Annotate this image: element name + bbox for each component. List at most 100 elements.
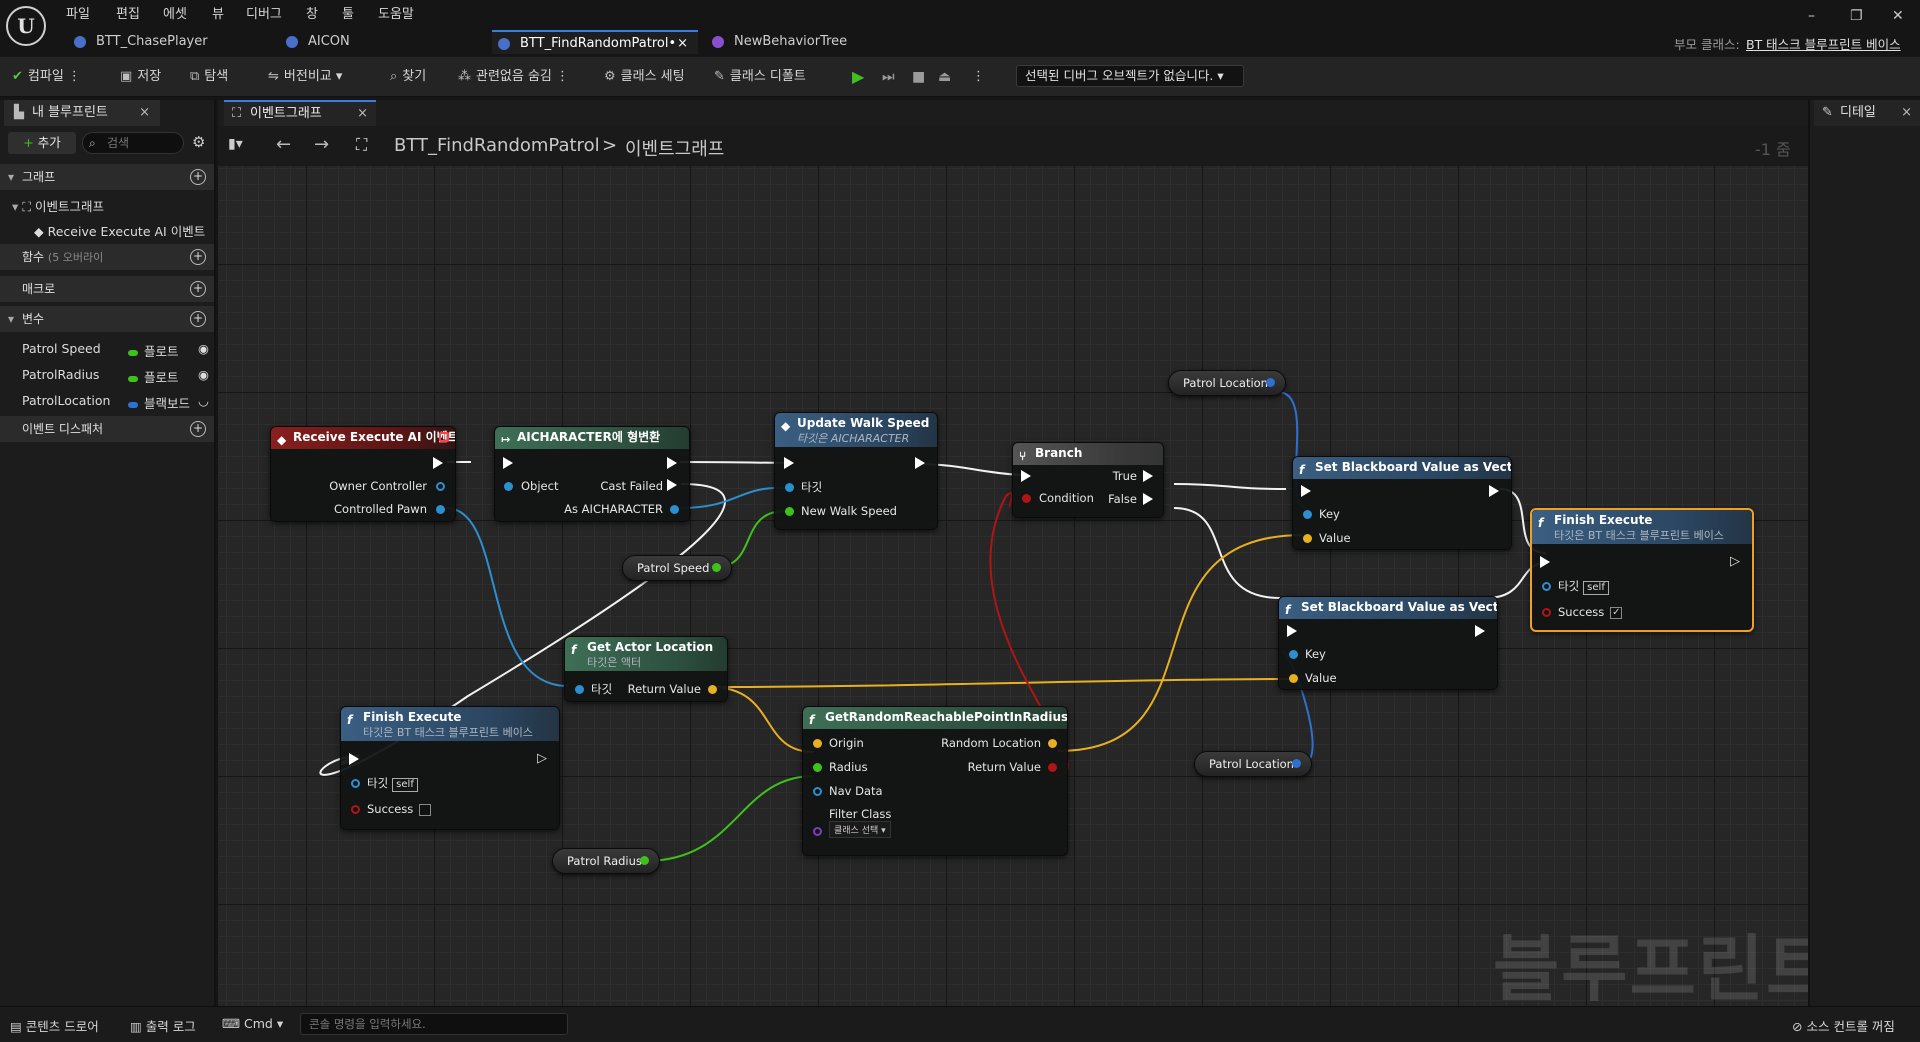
filter-class-pin[interactable] [813, 827, 822, 836]
forward-arrow-icon[interactable]: → [314, 134, 329, 155]
parent-class-link[interactable]: BT 태스크 블루프린트 베이스 [1746, 34, 1901, 53]
return-value-pin[interactable] [708, 685, 717, 694]
tab-details[interactable]: ✎ 디테일 × [1814, 100, 1920, 126]
eye-icon[interactable]: ◉ [198, 341, 209, 356]
close-icon[interactable]: × [139, 100, 150, 126]
content-drawer-button[interactable]: ▤ 콘텐츠 드로어 [10, 1016, 99, 1035]
controlled-pawn-pin[interactable] [436, 505, 445, 514]
add-dispatcher-icon[interactable]: + [190, 421, 206, 437]
close-icon[interactable]: × [357, 102, 368, 126]
event-dispatchers-section[interactable]: 이벤트 디스패처 + [0, 416, 214, 442]
tab-aicon[interactable]: AICON [280, 30, 480, 54]
menu-window[interactable]: 창 [306, 3, 318, 22]
compile-button[interactable]: ✔ 컴파일 ⋮ [12, 67, 81, 87]
return-value-pin[interactable] [1048, 763, 1057, 772]
node-update-walk-speed[interactable]: ◆ Update Walk Speed 타깃은 AICHARACTER 타깃 New… [774, 412, 938, 530]
exec-in-pin[interactable] [784, 457, 794, 469]
exec-out-hollow-icon[interactable]: ▷ [537, 751, 547, 766]
key-pin[interactable] [1289, 650, 1298, 659]
delegate-pin-icon[interactable] [439, 432, 449, 442]
cast-failed-exec-pin[interactable] [667, 479, 677, 491]
back-arrow-icon[interactable]: ← [276, 134, 291, 155]
success-checkbox[interactable] [419, 803, 432, 816]
var-node-patrol-speed[interactable]: Patrol Speed [622, 555, 732, 581]
exec-in-pin[interactable] [1021, 470, 1031, 482]
eye-icon[interactable]: ◉ [198, 367, 209, 382]
nav-data-pin[interactable] [813, 787, 822, 796]
add-button[interactable]: + 추가 [8, 132, 76, 154]
add-macro-icon[interactable]: + [190, 281, 206, 297]
search-input[interactable]: ⌕ 검색 [82, 132, 184, 154]
output-pin[interactable] [1266, 378, 1275, 387]
close-window-icon[interactable]: ✕ [1892, 8, 1904, 24]
variable-type[interactable]: 플로트 ◉ [128, 367, 209, 386]
source-control-button[interactable]: ⊘ 소스 컨트롤 꺼짐 [1792, 1016, 1895, 1035]
output-pin[interactable] [712, 563, 721, 572]
condition-pin[interactable] [1022, 494, 1031, 503]
event-graph-canvas[interactable]: 블루프린트 ◆ Receive Execute AI 이벤트 Owner Con… [218, 166, 1808, 1006]
radius-pin[interactable] [813, 763, 822, 772]
node-receive-execute-ai[interactable]: ◆ Receive Execute AI 이벤트 Owner Controller… [270, 426, 456, 522]
tab-newbehaviortree[interactable]: NewBehaviorTree [706, 30, 906, 54]
false-exec-pin[interactable] [1143, 493, 1153, 505]
add-function-icon[interactable]: + [190, 249, 206, 265]
exec-in-pin[interactable] [1301, 485, 1311, 497]
class-settings-button[interactable]: ⚙ 클래스 세팅 [604, 67, 685, 87]
filter-class-dropdown[interactable]: 클래스 선택 ▾ [829, 821, 891, 838]
breadcrumb-blueprint[interactable]: BTT_FindRandomPatrol [394, 135, 600, 156]
target-pin[interactable] [1542, 582, 1551, 591]
value-pin[interactable] [1303, 534, 1312, 543]
step-icon[interactable]: ⏭ [882, 67, 895, 87]
macros-section[interactable]: 매크로 + [0, 276, 214, 302]
owner-controller-pin[interactable] [436, 482, 445, 491]
var-node-patrol-location-2[interactable]: Patrol Location [1194, 751, 1312, 777]
tab-my-blueprint[interactable]: ▙ 내 블루프린트 × [4, 100, 160, 126]
object-pin[interactable] [504, 482, 513, 491]
node-finish-execute[interactable]: f Finish Execute 타깃은 BT 태스크 블루프린트 베이스 ▷ 타깃… [340, 706, 560, 830]
play-icon[interactable]: ▶ [852, 67, 864, 87]
node-cast-to-aicharacter[interactable]: ↦ AICHARACTER에 형변환 Object Cast Failed As … [494, 426, 690, 522]
success-checkbox[interactable]: ✓ [1610, 606, 1623, 619]
exec-out-pin[interactable] [1475, 625, 1485, 637]
exec-in-pin[interactable] [503, 457, 513, 469]
console-input[interactable]: 콘솔 명령을 입력하세요. [300, 1013, 568, 1035]
bookmark-icon[interactable]: ▮▾ [228, 136, 243, 152]
success-pin[interactable] [1542, 608, 1551, 617]
add-variable-icon[interactable]: + [190, 311, 206, 327]
functions-section[interactable]: 함수 (5 오버라이 + [0, 244, 214, 270]
random-location-pin[interactable] [1048, 739, 1057, 748]
node-get-actor-location[interactable]: f Get Actor Location 타깃은 액터 타깃 Return Valu… [564, 636, 728, 702]
variable-patrol-speed[interactable]: Patrol Speed [22, 341, 101, 356]
exec-out-pin[interactable] [433, 457, 443, 469]
tree-event-graph[interactable]: ▾ ⛶ 이벤트그래프 [12, 196, 104, 215]
breadcrumb-event-graph[interactable]: 이벤트그래프 [625, 135, 724, 161]
target-pin[interactable] [785, 483, 794, 492]
find-button[interactable]: ⌕ 찾기 [390, 67, 426, 87]
node-set-blackboard-value-as-vector-1[interactable]: f Set Blackboard Value as Vector Key Valu… [1292, 456, 1512, 550]
settings-gear-icon[interactable]: ⚙ [192, 133, 205, 151]
unreal-logo-icon[interactable]: U [6, 6, 46, 46]
target-pin[interactable] [351, 779, 360, 788]
success-pin[interactable] [351, 805, 360, 814]
exec-out-pin[interactable] [915, 457, 925, 469]
new-walk-speed-pin[interactable] [785, 507, 794, 516]
play-options-icon[interactable]: ⋮ [972, 67, 985, 87]
menu-edit[interactable]: 편집 [116, 3, 140, 22]
cmd-dropdown[interactable]: ⌨ Cmd ▾ [222, 1016, 283, 1031]
var-node-patrol-location-1[interactable]: Patrol Location [1168, 370, 1286, 396]
eject-icon[interactable]: ⏏ [938, 67, 951, 87]
diff-button[interactable]: ⇋ 버전비교 ▾ [268, 67, 342, 87]
key-pin[interactable] [1303, 510, 1312, 519]
exec-out-pin[interactable] [667, 457, 677, 469]
value-pin[interactable] [1289, 674, 1298, 683]
tab-close-icon[interactable]: × [677, 32, 688, 56]
target-pin[interactable] [575, 685, 584, 694]
menu-asset[interactable]: 에셋 [163, 3, 187, 22]
exec-out-pin[interactable] [1489, 485, 1499, 497]
hide-unrelated-button[interactable]: ⁂ 관련없음 숨김 ⋮ [458, 67, 569, 87]
exec-in-pin[interactable] [1287, 625, 1297, 637]
node-finish-execute-selected[interactable]: f Finish Execute 타깃은 BT 태스크 블루프린트 베이스 ▷ 타깃… [1530, 508, 1754, 632]
tab-btt-findrandompatrol[interactable]: BTT_FindRandomPatrol• × [492, 30, 698, 54]
var-node-patrol-radius[interactable]: Patrol Radius [552, 848, 660, 874]
node-get-random-reachable-point-in-radius[interactable]: f GetRandomReachablePointInRadius Origin … [802, 706, 1068, 856]
